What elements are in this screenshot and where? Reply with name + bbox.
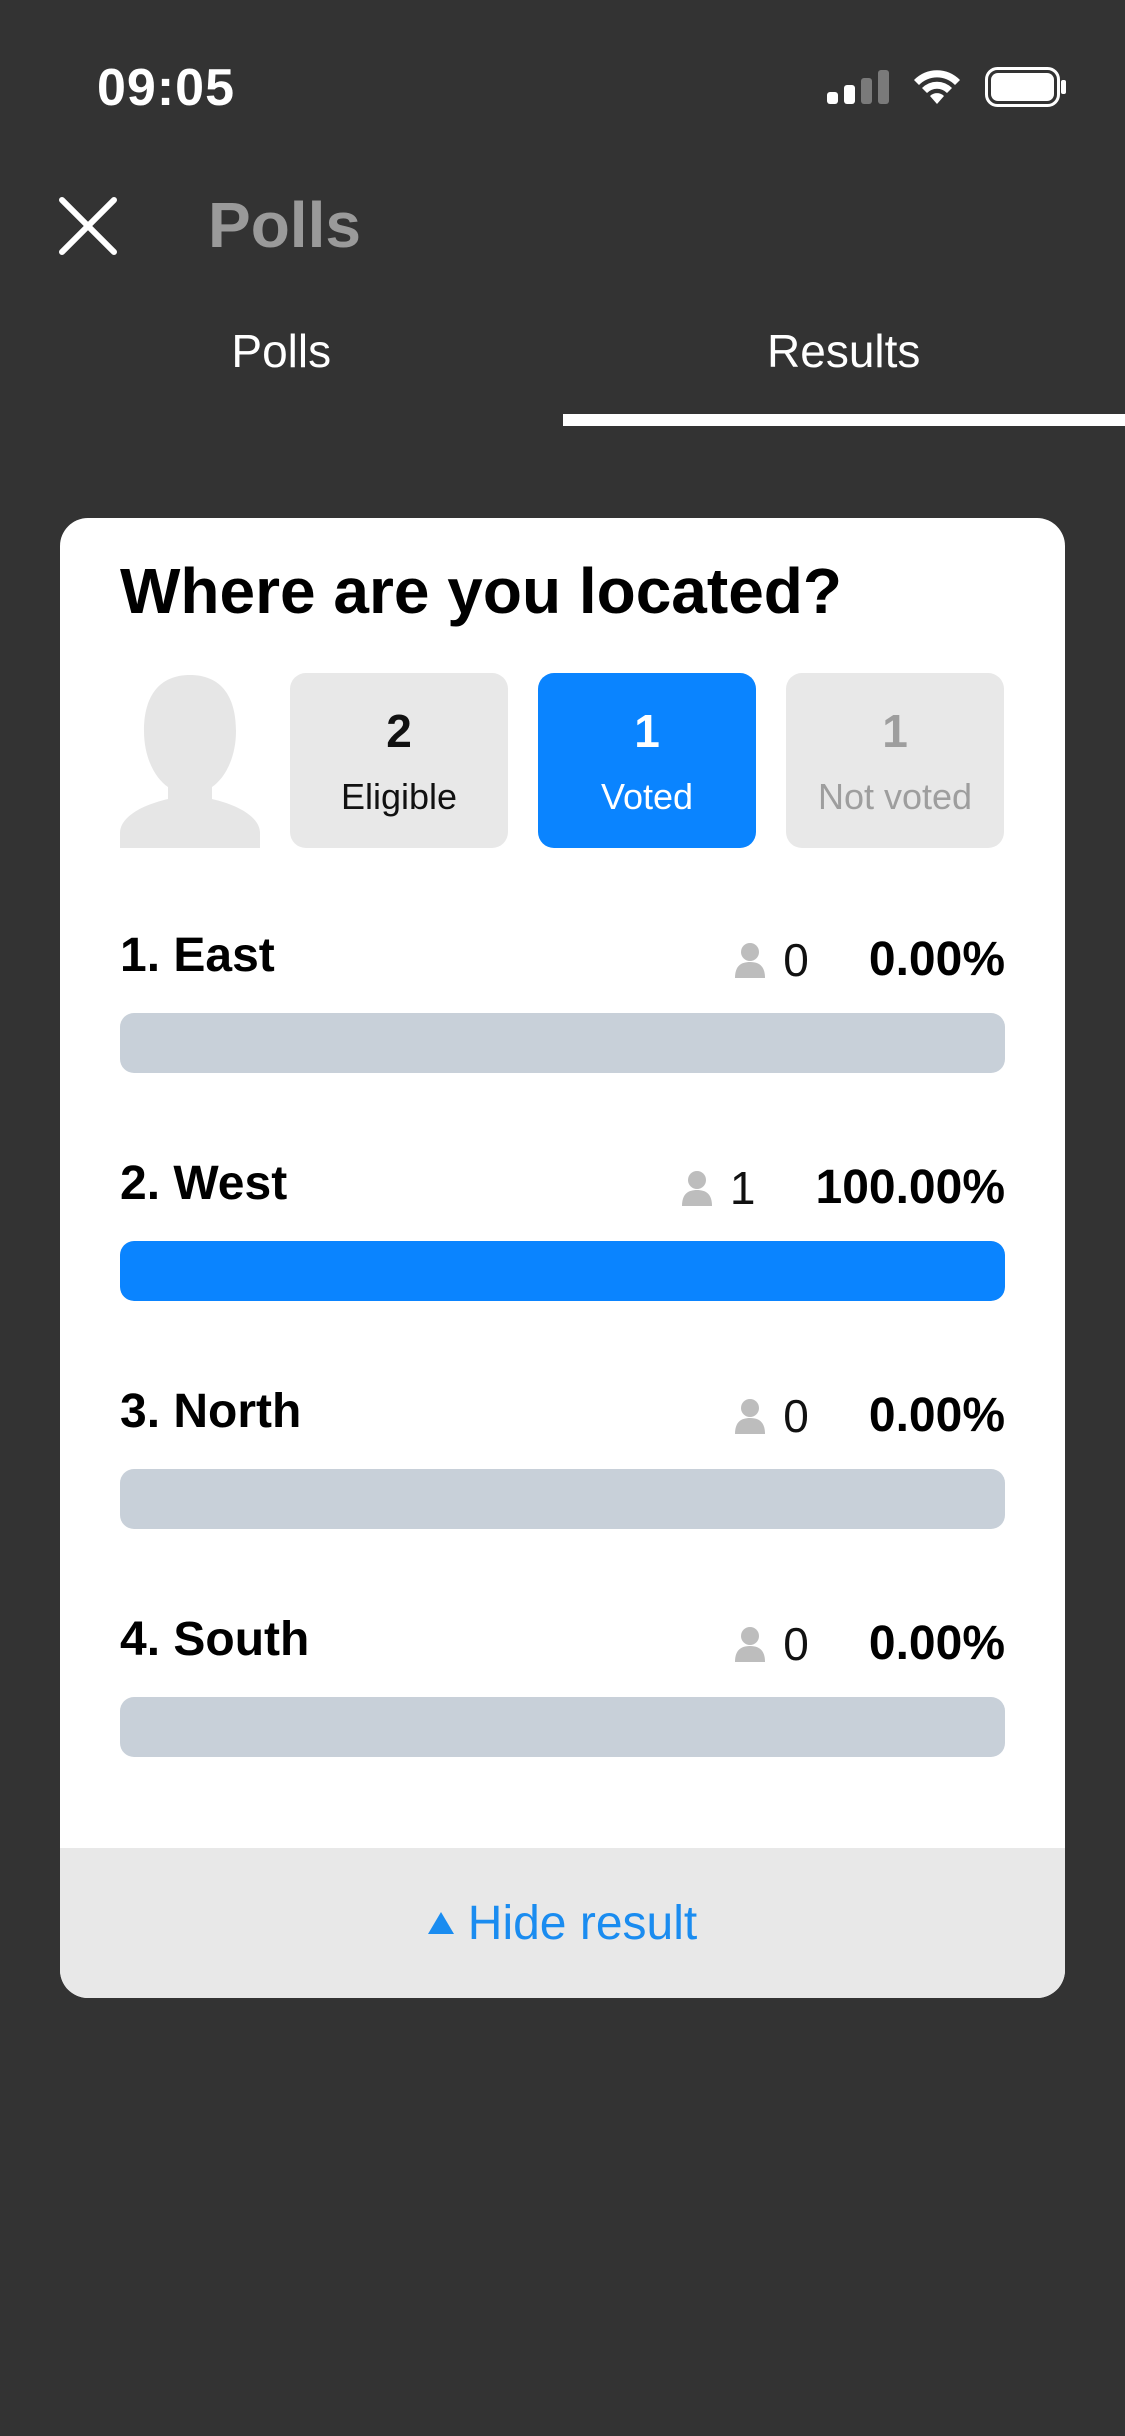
option-progress-bar [120, 1241, 1005, 1301]
poll-options: 1. East 0 0.00% 2. West 1 100.00% 3. Nor… [120, 928, 1005, 1840]
option-label: 3. North [120, 1385, 302, 1438]
person-icon [735, 942, 766, 978]
poll-option-west: 2. West 1 100.00% [120, 1156, 1005, 1384]
wifi-icon [914, 70, 960, 104]
not-voted-label: Not voted [817, 775, 973, 817]
eligible-stat[interactable]: 2 Eligible [290, 673, 508, 848]
avatar [120, 673, 260, 848]
voted-stat[interactable]: 1 Voted [538, 673, 756, 848]
close-button[interactable] [56, 194, 120, 258]
tab-bar: Polls Results [0, 300, 1125, 430]
person-placeholder-icon [120, 675, 260, 848]
option-progress-bar [120, 1697, 1005, 1757]
option-percent: 0.00% [868, 1389, 1005, 1442]
eligible-count: 2 [386, 704, 412, 757]
app-header: Polls [0, 170, 1125, 280]
option-progress-fill [120, 1241, 1005, 1301]
poll-question: Where are you located? [120, 555, 842, 627]
option-stats: 1 100.00% [681, 1160, 1006, 1215]
poll-option-south: 4. South 0 0.00% [120, 1612, 1005, 1840]
poll-option-east: 1. East 0 0.00% [120, 928, 1005, 1156]
option-percent: 0.00% [868, 933, 1005, 986]
person-icon [681, 1170, 712, 1206]
option-vote-count: 0 [783, 933, 809, 986]
option-label: 1. East [120, 929, 275, 982]
option-stats: 0 0.00% [735, 932, 1005, 987]
eligible-label: Eligible [340, 775, 458, 817]
option-progress-bar [120, 1469, 1005, 1529]
not-voted-count: 1 [882, 704, 908, 757]
vote-stats-row: 2 Eligible 1 Voted 1 Not voted [120, 673, 1005, 848]
status-time: 09:05 [97, 59, 235, 117]
status-icons [827, 62, 1067, 112]
person-icon [735, 1398, 766, 1434]
poll-result-card: Where are you located? 2 Eligible 1 Vote… [60, 518, 1065, 1998]
close-icon [59, 197, 117, 255]
option-percent: 0.00% [868, 1617, 1005, 1670]
person-icon [735, 1626, 766, 1662]
page-title: Polls [208, 189, 361, 261]
option-vote-count: 0 [783, 1617, 809, 1670]
triangle-up-icon [427, 1912, 454, 1934]
status-bar: 09:05 [0, 0, 1125, 170]
tab-results[interactable]: Results [562, 300, 1125, 430]
voted-count: 1 [634, 704, 660, 757]
option-stats: 0 0.00% [735, 1616, 1005, 1671]
hide-result-label: Hide result [467, 1896, 698, 1950]
cellular-signal-icon [827, 70, 889, 104]
battery-icon [985, 67, 1066, 107]
option-percent: 100.00% [815, 1161, 1006, 1214]
option-vote-count: 0 [783, 1389, 809, 1442]
poll-option-north: 3. North 0 0.00% [120, 1384, 1005, 1612]
option-label: 4. South [120, 1613, 310, 1666]
hide-result-button[interactable]: Hide result [60, 1848, 1065, 1998]
voted-label: Voted [600, 775, 694, 817]
option-label: 2. West [120, 1157, 288, 1210]
option-stats: 0 0.00% [735, 1388, 1005, 1443]
option-progress-bar [120, 1013, 1005, 1073]
not-voted-stat[interactable]: 1 Not voted [786, 673, 1004, 848]
option-vote-count: 1 [729, 1161, 756, 1214]
tab-polls[interactable]: Polls [0, 300, 563, 430]
